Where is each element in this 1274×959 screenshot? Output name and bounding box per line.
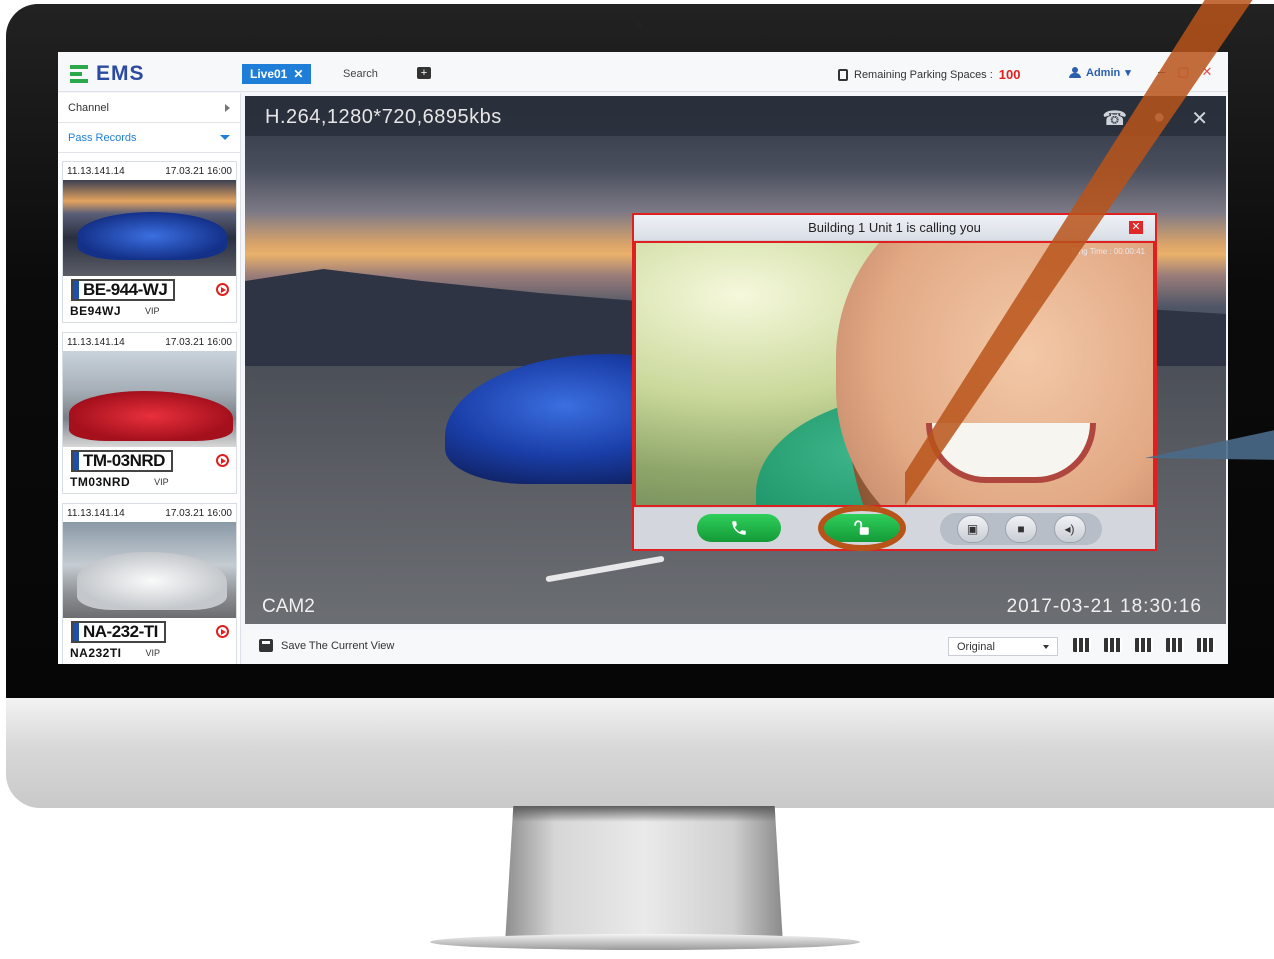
app-name: EMS — [96, 62, 145, 85]
maximize-icon[interactable]: ▢ — [1177, 64, 1189, 80]
snapshot-icon[interactable]: ▣ — [956, 515, 989, 543]
pass-record-card[interactable]: 11.13.141.14 17.03.21 16:00 NA-232-TI NA2… — [62, 503, 237, 664]
window-controls: – ▢ ✕ — [1158, 64, 1212, 80]
microphone-icon[interactable]: ● — [1153, 106, 1165, 131]
webcam-dot — [636, 22, 642, 28]
parking-count: 100 — [998, 67, 1021, 82]
chevron-right-icon — [225, 103, 230, 112]
record-time: 17.03.21 16:00 — [165, 165, 232, 177]
stream-info: H.264,1280*720,6895kbs — [265, 106, 502, 128]
incoming-call-dialog: Building 1 Unit 1 is calling you ✕ Ring … — [632, 213, 1157, 551]
vehicle-photo — [63, 180, 236, 276]
plate-number: TM03NRD — [70, 475, 131, 489]
call-action-bar: ▣ ■ ◂) — [634, 505, 1155, 551]
play-icon[interactable] — [216, 454, 229, 467]
save-icon — [259, 639, 273, 652]
record-ip: 11.13.141.14 — [67, 165, 125, 177]
tab-label: Live01 — [250, 67, 288, 81]
bottom-toolbar: Save The Current View Original — [245, 630, 1228, 664]
record-ip: 11.13.141.14 — [67, 507, 125, 519]
call-dialog-header: Building 1 Unit 1 is calling you ✕ — [634, 215, 1155, 240]
answer-call-button[interactable] — [697, 514, 781, 542]
record-time: 17.03.21 16:00 — [165, 507, 232, 519]
sidebar-item-label: Pass Records — [68, 131, 137, 144]
app-logo: EMS — [70, 62, 145, 86]
vehicle-photo — [63, 351, 236, 447]
save-view-label: Save The Current View — [281, 639, 395, 652]
chevron-down-icon: ▾ — [1125, 67, 1131, 79]
video-controls: ☎ ● ✕ — [1102, 106, 1208, 131]
tab-search[interactable]: Search — [343, 68, 378, 80]
close-window-icon[interactable]: ✕ — [1202, 64, 1213, 80]
edit-layout-icon[interactable] — [1166, 638, 1184, 652]
chevron-down-icon — [220, 135, 230, 140]
monitor-stand — [505, 806, 783, 944]
user-icon — [1069, 67, 1081, 78]
parking-status: Remaining Parking Spaces : 100 — [838, 67, 1021, 82]
vip-tag: VIP — [145, 648, 161, 658]
save-view-button[interactable]: Save The Current View — [259, 639, 394, 652]
top-bar: EMS Live01 ✕ Search + Remaining Parking … — [58, 52, 1228, 92]
camera-name: CAM2 — [262, 596, 315, 617]
monitor-mockup: EMS Live01 ✕ Search + Remaining Parking … — [0, 0, 1274, 959]
license-plate-image: BE-944-WJ — [71, 279, 176, 301]
caller-video: Ring Time : 00:00:41 — [634, 241, 1155, 507]
close-video-icon[interactable]: ✕ — [1191, 106, 1208, 131]
minimize-icon[interactable]: – — [1158, 64, 1165, 80]
media-controls: ▣ ■ ◂) — [940, 513, 1102, 545]
speaker-icon[interactable]: ◂) — [1053, 515, 1086, 543]
video-timestamp: 2017-03-21 18:30:16 — [1006, 596, 1202, 617]
highlight-circle — [818, 505, 906, 551]
record-time: 17.03.21 16:00 — [165, 336, 232, 348]
layout-3x3-icon[interactable] — [1104, 638, 1122, 652]
play-icon[interactable] — [216, 283, 229, 296]
parking-label: Remaining Parking Spaces : — [854, 68, 993, 81]
vip-tag: VIP — [154, 477, 169, 487]
plate-number: BE94WJ — [70, 304, 122, 318]
add-tab-icon[interactable]: + — [417, 67, 431, 79]
close-icon[interactable]: ✕ — [1129, 221, 1143, 234]
intercom-icon[interactable]: ☎ — [1102, 106, 1127, 131]
parking-icon — [838, 68, 848, 81]
call-title: Building 1 Unit 1 is calling you — [808, 220, 981, 235]
phone-icon — [732, 521, 746, 535]
monitor-base — [430, 934, 860, 950]
sidebar-item-label: Channel — [68, 101, 109, 114]
record-ip: 11.13.141.14 — [67, 336, 125, 348]
plate-number: NA232TI — [70, 646, 122, 660]
close-tab-icon[interactable]: ✕ — [293, 67, 303, 81]
video-info-bar: H.264,1280*720,6895kbs ☎ ● ✕ — [245, 96, 1226, 136]
pass-record-card[interactable]: 11.13.141.14 17.03.21 16:00 TM-03NRD TM03… — [62, 332, 237, 494]
tab-live01[interactable]: Live01 ✕ — [242, 64, 312, 84]
fullscreen-icon[interactable] — [1197, 638, 1215, 652]
logo-icon — [70, 64, 90, 84]
license-plate-image: NA-232-TI — [71, 621, 166, 643]
play-icon[interactable] — [216, 625, 229, 638]
sidebar: Channel Pass Records 11.13.141.14 17.03.2… — [58, 93, 241, 664]
layout-4x4-icon[interactable] — [1135, 638, 1153, 652]
vehicle-photo — [63, 522, 236, 618]
pass-record-card[interactable]: 11.13.141.14 17.03.21 16:00 BE-944-WJ BE9… — [62, 161, 237, 323]
record-video-icon[interactable]: ■ — [1005, 515, 1037, 543]
monitor-chin — [6, 698, 1274, 808]
view-mode-select[interactable]: Original — [948, 637, 1058, 656]
user-name: Admin — [1086, 66, 1121, 79]
layout-controls — [1073, 638, 1215, 652]
sidebar-item-pass-records[interactable]: Pass Records — [58, 123, 240, 153]
sidebar-item-channel[interactable]: Channel — [58, 93, 240, 123]
layout-2x2-icon[interactable] — [1073, 638, 1091, 652]
license-plate-image: TM-03NRD — [71, 450, 173, 472]
user-menu[interactable]: Admin ▾ — [1069, 66, 1131, 79]
vip-tag: VIP — [145, 306, 160, 316]
ring-time: Ring Time : 00:00:41 — [1071, 247, 1145, 256]
